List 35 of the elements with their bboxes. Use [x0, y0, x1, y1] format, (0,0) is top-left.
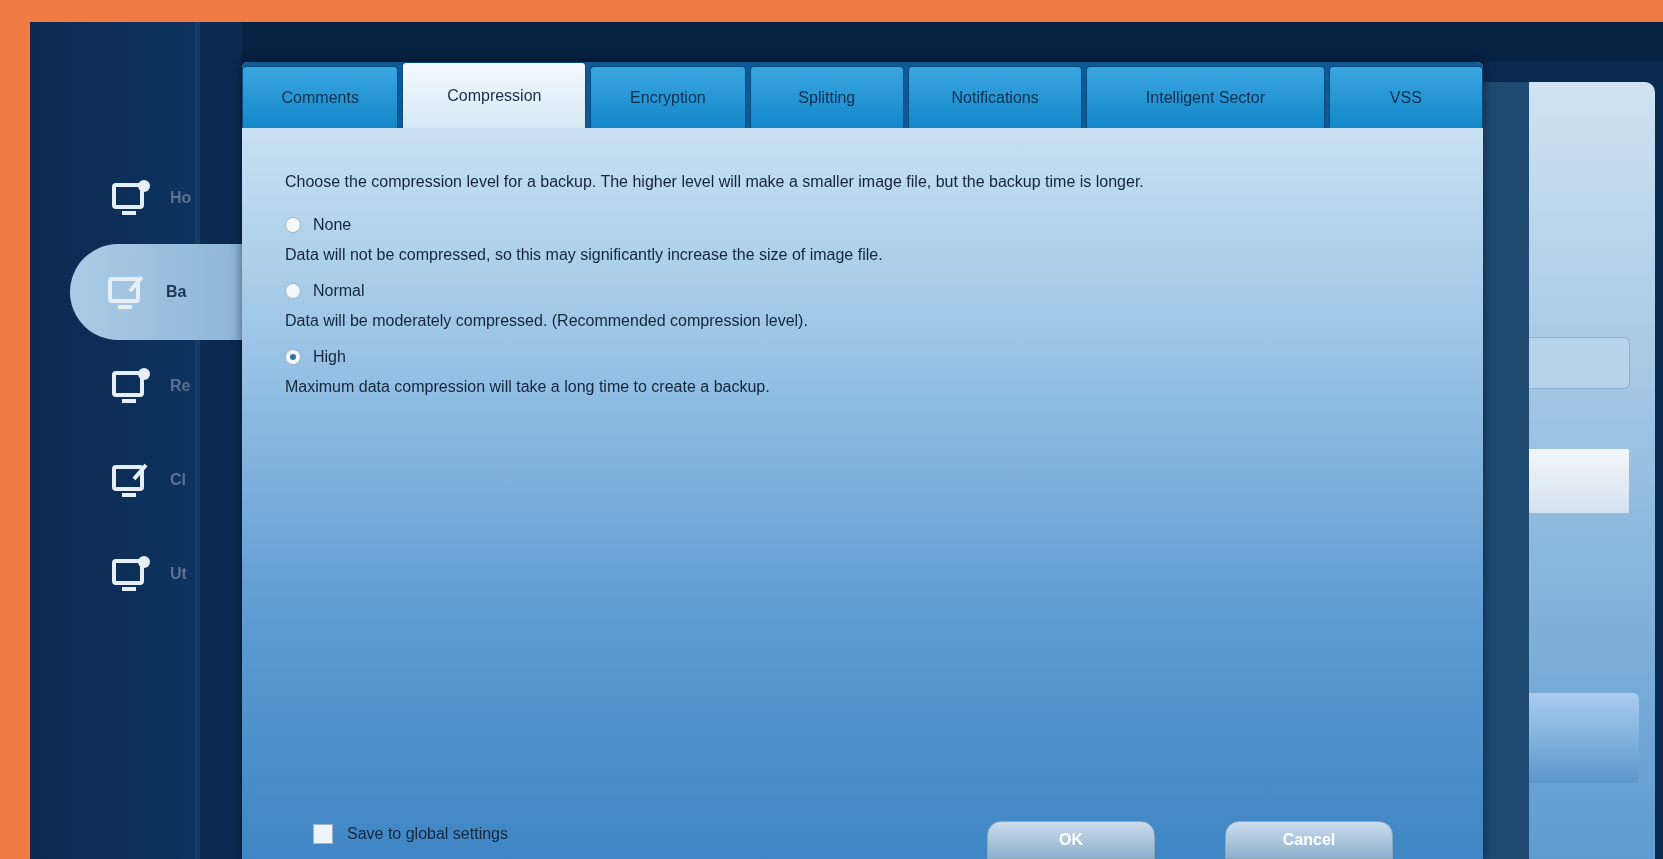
radio-option[interactable]: Normal	[285, 282, 365, 300]
tab[interactable]: Compression	[402, 62, 587, 128]
radio-button[interactable]	[285, 217, 301, 233]
sidebar-label: Ut	[170, 565, 187, 583]
panel-button[interactable]	[1529, 449, 1629, 513]
radio-button[interactable]	[285, 283, 301, 299]
tab[interactable]: Comments	[242, 66, 399, 128]
radio-button[interactable]	[285, 349, 301, 365]
option-description: Maximum data compression will take a long time to create a backup.	[285, 378, 771, 396]
tab[interactable]: Notifications	[907, 66, 1083, 128]
tab[interactable]: Splitting	[749, 66, 904, 128]
sidebar-label: Ho	[170, 189, 192, 207]
option-description: Data will not be compressed, so this may significantly increase the size of image file.	[285, 246, 884, 264]
panel-button[interactable]	[1529, 693, 1639, 783]
sidebar-item[interactable]: Ut	[30, 526, 242, 622]
description-text: Choose the compression level for a backup. The higher level will make a smaller image file, but the backup time is longer.	[285, 172, 1145, 192]
tab[interactable]: VSS	[1328, 66, 1483, 128]
option-description: Data will be moderately compressed. (Recommended compression level).	[285, 312, 809, 330]
sidebar-label: Ba	[166, 283, 187, 301]
sidebar-item[interactable]: Ba	[70, 244, 242, 340]
checkbox[interactable]	[313, 824, 333, 844]
sidebar-item[interactable]: Cl	[30, 432, 242, 528]
radio-option[interactable]: High	[285, 348, 346, 366]
option-label: None	[313, 216, 352, 234]
sidebar-label: Re	[170, 377, 191, 395]
checkbox-label: Save to global settings	[347, 825, 508, 843]
tab[interactable]: Encryption	[590, 66, 746, 128]
sidebar-item[interactable]: Ho	[30, 150, 242, 246]
input-field[interactable]	[1529, 337, 1630, 389]
option-label: High	[313, 348, 346, 366]
option-label: Normal	[313, 282, 365, 300]
sidebar-label: Cl	[170, 471, 186, 489]
sidebar-item[interactable]: Re	[30, 338, 242, 434]
tab[interactable]: Intelligent Sector	[1086, 66, 1325, 128]
radio-option[interactable]: None	[285, 216, 352, 234]
